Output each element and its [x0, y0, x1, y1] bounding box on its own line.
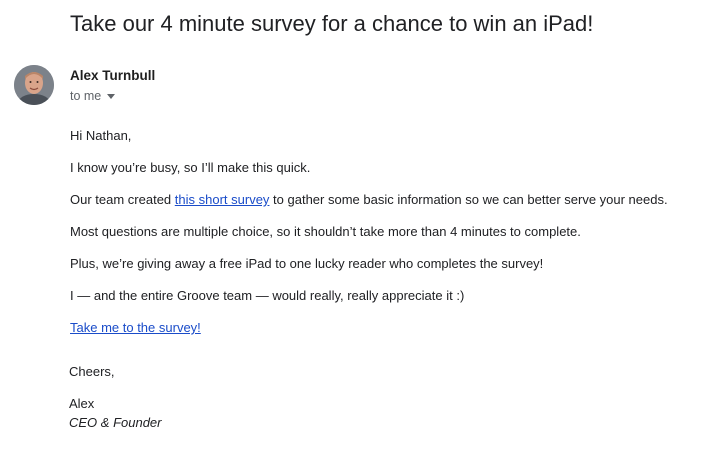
email-view: Take our 4 minute survey for a chance to…: [0, 0, 728, 457]
body-paragraph-3: Most questions are multiple choice, so i…: [70, 224, 581, 239]
cta-line: Take me to the survey!: [70, 319, 201, 337]
take-survey-link[interactable]: Take me to the survey!: [70, 320, 201, 335]
email-subject: Take our 4 minute survey for a chance to…: [70, 11, 594, 36]
recipient-details-toggle[interactable]: to me: [70, 87, 116, 105]
body-paragraph-4: Plus, we’re giving away a free iPad to o…: [70, 256, 544, 271]
body-paragraph-2-after: to gather some basic information so we c…: [269, 192, 668, 207]
body-paragraph-2: Our team created this short survey to ga…: [70, 191, 668, 209]
signature-title: CEO & Founder: [69, 415, 162, 430]
sender-name[interactable]: Alex Turnbull: [70, 67, 155, 85]
body-paragraph-1: I know you’re busy, so I’ll make this qu…: [70, 160, 311, 175]
body-paragraph-5: I — and the entire Groove team — would r…: [70, 288, 465, 303]
body-paragraph-2-before: Our team created: [70, 192, 175, 207]
signature-name: Alex: [69, 396, 95, 411]
survey-link[interactable]: this short survey: [175, 192, 270, 207]
recipient-label: to me: [70, 89, 102, 103]
closing: Cheers,: [69, 364, 115, 379]
caret-down-icon[interactable]: [107, 94, 116, 99]
avatar[interactable]: [14, 65, 54, 105]
person-photo-icon: [14, 65, 54, 105]
greeting: Hi Nathan,: [70, 128, 132, 143]
